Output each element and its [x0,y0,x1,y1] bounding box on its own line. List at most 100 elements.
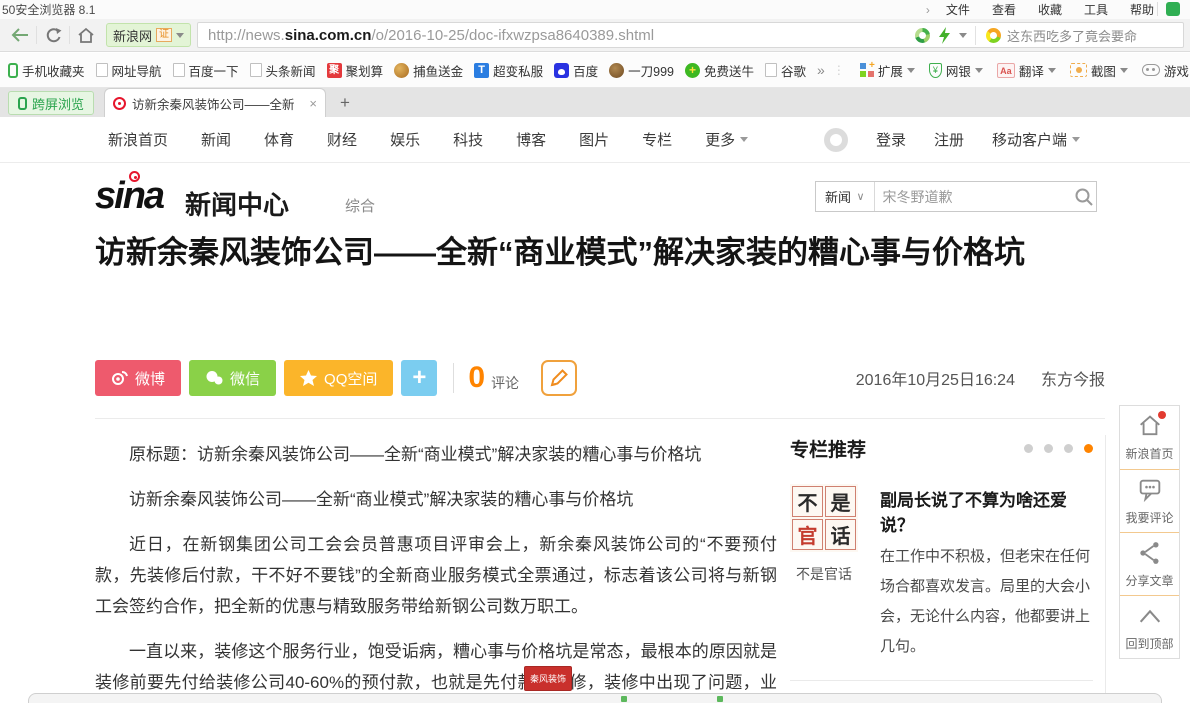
promo-thumbnail[interactable]: 不 是 官 话 [790,484,858,552]
chevron-down-icon [975,68,983,73]
site-identity-button[interactable]: 新浪网 证 [106,23,191,47]
content-divider [95,418,1105,419]
register-link[interactable]: 注册 [934,129,964,150]
tab-title: 访新余秦风装饰公司——全新 [132,94,303,113]
phone-icon [8,63,18,78]
share-weibo-button[interactable]: 微博 [95,360,181,396]
nav-columns[interactable]: 专栏 [642,129,672,150]
bookmark-yidao999[interactable]: 一刀999 [609,61,674,80]
dot[interactable] [1024,444,1033,453]
speed-lightning-icon[interactable] [938,27,951,44]
menu-favorites[interactable]: 收藏 [1038,1,1062,18]
url-input[interactable]: http://news.sina.com.cn/o/2016-10-25/doc… [197,22,1184,48]
nav-entertainment[interactable]: 娱乐 [390,129,420,150]
cross-screen-tab[interactable]: 跨屏浏览 [8,91,94,115]
nav-photos[interactable]: 图片 [579,129,609,150]
share-more-button[interactable]: + [401,360,437,396]
promo-caption[interactable]: 不是官话 [790,564,858,584]
rail-share[interactable]: 分享文章 [1120,532,1179,595]
bookmark-juhuasuan[interactable]: 聚聚划算 [327,61,384,80]
nav-tech[interactable]: 科技 [453,129,483,150]
title-bar: 50安全浏览器 8.1 › 文件 查看 收藏 工具 帮助 [0,0,1190,19]
bookmark-nav-site[interactable]: 网址导航 [96,61,162,80]
promo-title[interactable]: 副局长说了不算为啥还爱说？ [880,486,1093,536]
dot[interactable] [1064,444,1073,453]
gamepad-icon [1142,64,1160,76]
comment-label[interactable]: 评论 [491,373,519,393]
screenshot-button[interactable]: 截图 [1070,61,1128,80]
translate-button[interactable]: Aa翻译 [997,61,1056,80]
bookmark-baidu-search[interactable]: 百度一下 [173,61,239,80]
tab-bar: 跨屏浏览 访新余秦风装饰公司——全新 × + [0,88,1190,117]
menu-view[interactable]: 查看 [992,1,1016,18]
search-hotword[interactable]: 这东西吃多了竟会要命 [1007,26,1137,45]
share-qzone-button[interactable]: QQ空间 [284,360,393,396]
extensions-button[interactable]: +扩展 [860,61,915,80]
skin-icon[interactable] [1166,2,1180,16]
nav-finance[interactable]: 财经 [327,129,357,150]
browser-window: 50安全浏览器 8.1 › 文件 查看 收藏 工具 帮助 新浪网 证 [0,0,1190,703]
nav-sports[interactable]: 体育 [264,129,294,150]
home-icon [77,27,95,44]
mobile-client-link: 移动客户端 [992,129,1080,150]
menu-collapse-icon[interactable]: › [926,3,930,17]
nav-sina-home[interactable]: 新浪首页 [108,129,168,150]
bookmark-fishing-game[interactable]: 捕鱼送金 [394,61,463,80]
back-button[interactable] [6,22,34,48]
page-icon [765,63,777,77]
menu-tools[interactable]: 工具 [1084,1,1108,18]
drag-handle-icon: ⋮ [833,63,846,77]
url-domain: sina.com.cn [285,27,372,44]
nav-blog[interactable]: 博客 [516,129,546,150]
bookmark-google[interactable]: 谷歌 [765,61,806,80]
bookmark-baidu[interactable]: 百度 [554,61,598,80]
news-center-title[interactable]: 新闻中心 [185,185,289,222]
new-tab-button[interactable]: + [340,93,350,113]
tab-close-icon[interactable]: × [309,96,317,111]
bookmark-free-gift[interactable]: +免费送牛 [685,61,754,80]
bottom-notification-bar[interactable] [28,693,1162,703]
bookmarks-bar: 手机收藏夹 网址导航 百度一下 头条新闻 聚聚划算 捕鱼送金 T超变私服 百度 … [0,53,1190,88]
refresh-button[interactable] [39,22,67,48]
chevron-down-icon [907,68,915,73]
right-sidebar: 专栏推荐 不 是 官 话 不是官话 副局长说了不算为啥还爱说？ 在工作中不积极，… [790,435,1106,703]
bookmark-toutiao[interactable]: 头条新闻 [250,61,316,80]
no-trace-icon[interactable] [915,28,930,43]
active-tab[interactable]: 访新余秦风装饰公司——全新 × [104,88,326,117]
write-comment-button[interactable] [541,360,577,396]
search-engine-logo-icon [986,28,1001,43]
titlebar-divider [1157,2,1158,16]
share-wechat-button[interactable]: 微信 [189,360,276,396]
home-button[interactable] [72,22,100,48]
address-search-box[interactable]: 这东西吃多了竟会要命 [975,26,1173,45]
bookmark-private-server[interactable]: T超变私服 [474,61,543,80]
search-category-select[interactable]: 新闻∨ [816,182,875,211]
search-input[interactable] [875,189,1072,205]
nav-news[interactable]: 新闻 [201,129,231,150]
webpage: 新浪首页 新闻 体育 财经 娱乐 科技 博客 图片 专栏 更多 登录 注册 移动… [0,117,1190,703]
ebank-button[interactable]: ¥网银 [929,61,983,80]
dot-active[interactable] [1084,444,1093,453]
url-dropdown-icon[interactable] [959,33,967,38]
weibo-icon [111,370,128,386]
pager-dots[interactable] [1024,444,1093,453]
comment-count[interactable]: 0 [468,361,485,395]
login-link[interactable]: 登录 [876,129,906,150]
search-button[interactable] [1072,187,1096,207]
toolbar-extensions: ⋮ +扩展 ¥网银 Aa翻译 截图 游戏 [833,61,1189,80]
bookmarks-overflow-icon[interactable]: » [817,62,825,78]
rail-sina-home[interactable]: 新浪首页 [1120,406,1179,469]
menu-help[interactable]: 帮助 [1130,1,1154,18]
dot[interactable] [1044,444,1053,453]
rail-comment[interactable]: 我要评论 [1120,469,1179,532]
juhuasuan-icon: 聚 [327,63,342,78]
games-button[interactable]: 游戏 [1142,61,1189,80]
channel-label[interactable]: 综合 [345,195,375,216]
publish-source[interactable]: 东方今报 [1041,372,1105,389]
site-name: 新浪网 [113,26,152,45]
sina-logo[interactable]: sina [95,177,163,215]
menu-file[interactable]: 文件 [946,1,970,18]
rail-back-to-top[interactable]: 回到顶部 [1120,595,1179,658]
bookmark-mobile-favorites[interactable]: 手机收藏夹 [8,61,85,80]
page-icon [173,63,185,77]
